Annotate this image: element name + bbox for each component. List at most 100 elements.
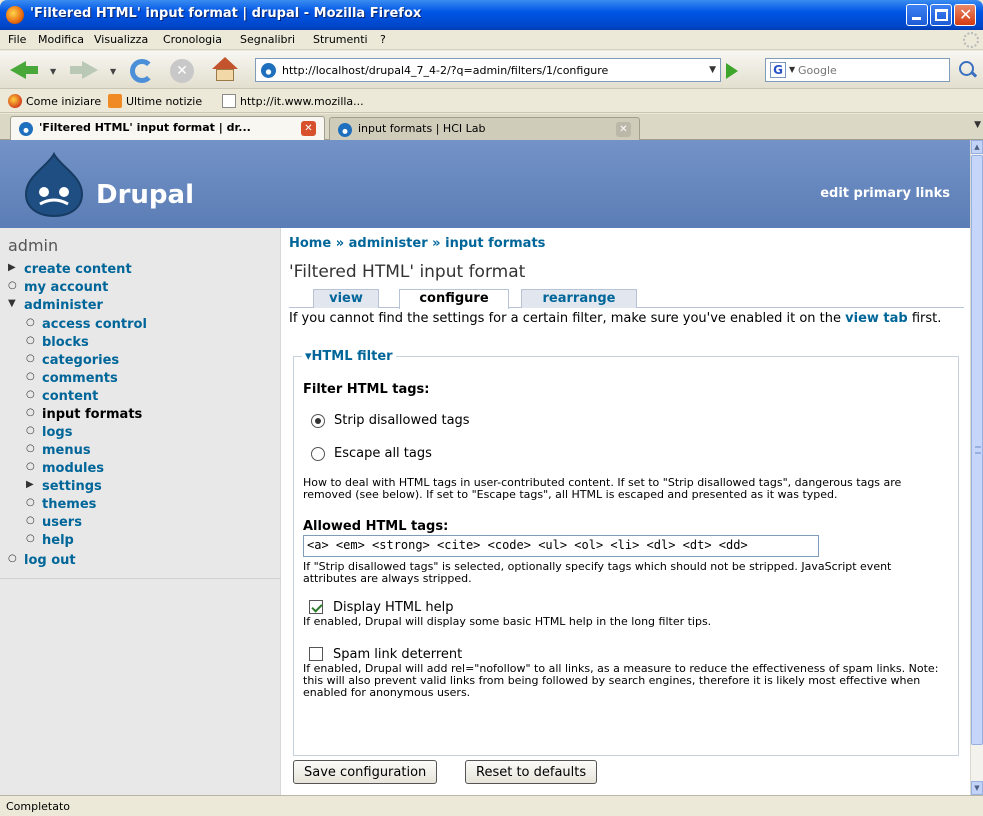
- tab-list-icon[interactable]: ▼: [974, 120, 981, 130]
- tab-rearrange[interactable]: rearrange: [521, 289, 637, 308]
- menu-file[interactable]: File: [8, 33, 26, 46]
- html-help-label[interactable]: Display HTML help: [333, 600, 453, 615]
- sidebar-item-label: administer: [24, 298, 103, 313]
- scroll-down-icon[interactable]: ▼: [971, 781, 983, 795]
- sidebar-item-administer[interactable]: ▼ administer: [8, 298, 103, 313]
- fieldset-legend[interactable]: ▾HTML filter: [302, 349, 396, 364]
- tab-close-icon[interactable]: ✕: [616, 122, 631, 137]
- search-input[interactable]: [798, 62, 943, 78]
- go-icon[interactable]: [726, 63, 738, 79]
- breadcrumb-separator: »: [432, 236, 441, 251]
- bullet-icon: ○: [26, 497, 35, 508]
- site-favicon-icon: [261, 63, 276, 78]
- search-engine-dropdown-icon[interactable]: ▼: [789, 65, 795, 74]
- strip-tags-radio[interactable]: [311, 414, 325, 428]
- sidebar-item-label: logs: [42, 425, 73, 440]
- menu-strumenti[interactable]: Strumenti: [313, 33, 368, 46]
- fieldset-legend-label: HTML filter: [311, 349, 393, 364]
- sidebar-item-comments[interactable]: ○ comments: [26, 371, 118, 386]
- sidebar-item-log-out[interactable]: ○ log out: [8, 553, 76, 568]
- scroll-thumb[interactable]: [971, 155, 983, 745]
- sidebar-item-categories[interactable]: ○ categories: [26, 353, 119, 368]
- search-icon[interactable]: [955, 58, 979, 82]
- sidebar-item-label: content: [42, 389, 99, 404]
- menu-segnalibri[interactable]: Segnalibri: [240, 33, 295, 46]
- breadcrumb-input-formats[interactable]: input formats: [445, 236, 545, 251]
- close-button[interactable]: ✕: [954, 4, 976, 26]
- sidebar-item-label: help: [42, 533, 74, 548]
- spam-deterrent-label[interactable]: Spam link deterrent: [333, 647, 462, 662]
- sidebar-item-menus[interactable]: ○ menus: [26, 443, 91, 458]
- google-engine-icon[interactable]: G: [770, 62, 786, 78]
- sidebar-item-my-account[interactable]: ○ my account: [8, 280, 108, 295]
- escape-tags-radio[interactable]: [311, 447, 325, 461]
- bullet-icon: ○: [26, 461, 35, 472]
- strip-tags-label[interactable]: Strip disallowed tags: [334, 413, 470, 428]
- site-name[interactable]: Drupal: [96, 180, 194, 210]
- sidebar-item-create-content[interactable]: ▶ create content: [8, 262, 132, 277]
- edit-primary-links-link[interactable]: edit primary links: [820, 186, 950, 201]
- sidebar-item-input-formats[interactable]: ○ input formats: [26, 407, 142, 422]
- reset-defaults-button[interactable]: Reset to defaults: [465, 760, 598, 784]
- page-icon: [222, 94, 236, 108]
- breadcrumb-home[interactable]: Home: [289, 236, 331, 251]
- bullet-icon: ○: [26, 335, 35, 346]
- menu-visualizza[interactable]: Visualizza: [94, 33, 148, 46]
- intro-text-end: first.: [907, 311, 942, 326]
- sidebar-item-modules[interactable]: ○ modules: [26, 461, 104, 476]
- reload-icon[interactable]: [128, 57, 158, 83]
- menu-cronologia[interactable]: Cronologia: [163, 33, 222, 46]
- scroll-up-icon[interactable]: ▲: [971, 140, 983, 154]
- html-filter-fieldset: ▾HTML filter Filter HTML tags: Strip dis…: [293, 349, 959, 756]
- tab-view[interactable]: view: [313, 289, 379, 308]
- forward-icon[interactable]: [70, 57, 100, 83]
- bookmark-come-iniziare[interactable]: Come iniziare: [8, 94, 101, 108]
- firefox-bookmark-icon: [8, 94, 22, 108]
- bookmark-ultime-notizie[interactable]: Ultime notizie: [108, 94, 202, 108]
- url-text[interactable]: http://localhost/drupal4_7_4-2/?q=admin/…: [282, 64, 608, 77]
- allowed-tags-input[interactable]: <a> <em> <strong> <cite> <code> <ul> <ol…: [303, 535, 819, 557]
- sidebar-item-themes[interactable]: ○ themes: [26, 497, 96, 512]
- search-bar[interactable]: G ▼: [765, 58, 950, 82]
- menu-bar: File Modifica Visualizza Cronologia Segn…: [0, 30, 983, 50]
- page-scrollbar[interactable]: ▲ ▼: [970, 140, 983, 795]
- tab-input-formats[interactable]: input formats | HCI Lab ✕: [329, 117, 640, 140]
- tab-filtered-html[interactable]: 'Filtered HTML' input format | dr... ✕: [10, 116, 325, 141]
- url-dropdown-icon[interactable]: ▼: [709, 65, 716, 75]
- sidebar-item-help[interactable]: ○ help: [26, 533, 74, 548]
- sidebar-item-access-control[interactable]: ○ access control: [26, 317, 147, 332]
- minimize-button[interactable]: [906, 4, 928, 26]
- back-icon[interactable]: [10, 57, 40, 83]
- save-configuration-button[interactable]: Save configuration: [293, 760, 438, 784]
- sidebar-item-content[interactable]: ○ content: [26, 389, 99, 404]
- bullet-icon: ○: [26, 407, 35, 418]
- stop-icon[interactable]: ✕: [168, 57, 198, 83]
- bullet-icon: ○: [8, 553, 17, 564]
- forward-history-dropdown-icon[interactable]: ▼: [110, 67, 116, 76]
- maximize-button[interactable]: [930, 4, 952, 26]
- view-tab-link[interactable]: view tab: [845, 311, 908, 326]
- tab-close-icon[interactable]: ✕: [301, 121, 316, 136]
- sidebar-divider: [0, 578, 281, 579]
- status-text: Completato: [6, 800, 71, 813]
- sidebar-item-settings[interactable]: ▶ settings: [26, 479, 102, 494]
- menu-modifica[interactable]: Modifica: [38, 33, 84, 46]
- url-bar[interactable]: http://localhost/drupal4_7_4-2/?q=admin/…: [255, 58, 721, 82]
- back-history-dropdown-icon[interactable]: ▼: [50, 67, 56, 76]
- bookmark-label: http://it.www.mozilla...: [240, 95, 364, 108]
- tab-configure[interactable]: configure: [399, 289, 509, 309]
- spam-deterrent-checkbox[interactable]: [309, 647, 323, 661]
- menu-help[interactable]: ?: [380, 33, 386, 46]
- home-icon[interactable]: [210, 57, 240, 83]
- breadcrumb-administer[interactable]: administer: [349, 236, 428, 251]
- escape-tags-label[interactable]: Escape all tags: [334, 446, 432, 461]
- bookmark-mozilla[interactable]: http://it.www.mozilla...: [222, 94, 364, 108]
- html-help-checkbox[interactable]: [309, 600, 323, 614]
- sidebar-item-label: create content: [24, 262, 132, 277]
- sidebar-item-blocks[interactable]: ○ blocks: [26, 335, 89, 350]
- bullet-icon: ○: [26, 353, 35, 364]
- sidebar-item-users[interactable]: ○ users: [26, 515, 82, 530]
- sidebar-item-label: log out: [24, 553, 76, 568]
- sidebar-item-logs[interactable]: ○ logs: [26, 425, 73, 440]
- drupal-logo-icon[interactable]: [22, 152, 86, 218]
